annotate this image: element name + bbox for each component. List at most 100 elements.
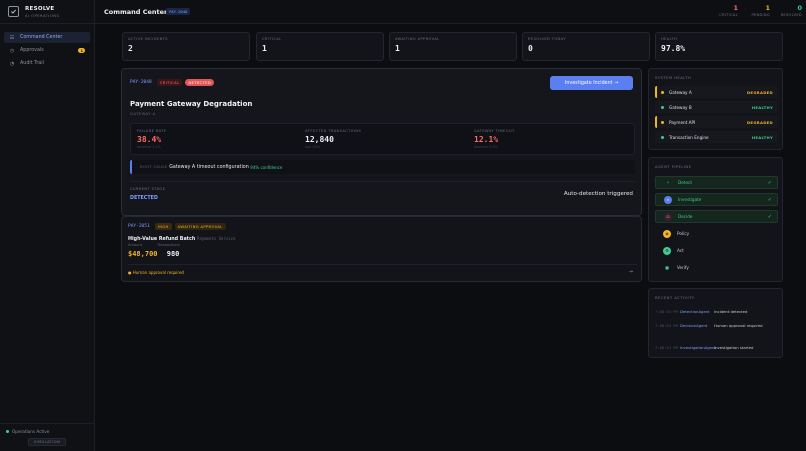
approvals-count-badge: 1 (78, 48, 85, 53)
health-row-transaction-engine[interactable]: Transaction Engine HEALTHY (655, 131, 778, 143)
service-name: Gateway B (669, 104, 692, 110)
incident-metrics: FAILURE RATE 38.4% baseline 2.1% AFFECTE… (130, 123, 635, 155)
stat-label: ACTIVE INCIDENTS (128, 37, 168, 41)
incident-title: Payment Gateway Degradation (130, 100, 253, 108)
current-stage-label: CURRENT STAGE (130, 187, 166, 191)
activity-time: 7:08:34 PM (655, 309, 678, 314)
incident-header: PAY-2048 CRITICAL DETECTED (130, 79, 215, 86)
root-cause-text: Gateway A timeout configuration (169, 164, 249, 170)
pending-label: PENDING (751, 13, 770, 17)
metric-label: GATEWAY TIMEOUT (474, 129, 515, 133)
sidebar-item-label: Audit Trail (20, 61, 44, 66)
metric-failure-rate: FAILURE RATE 38.4% baseline 2.1% (137, 129, 166, 149)
activity-item[interactable]: 7:08:34 PM DecisionAgent Human approval … (655, 323, 780, 328)
simulation-badge: SIMULATION (28, 438, 67, 446)
check-icon: ✓ (767, 196, 772, 203)
stage-note: Auto-detection triggered (563, 191, 633, 197)
metric-label: FAILURE RATE (137, 129, 167, 133)
severity-badge: HIGH (154, 223, 172, 230)
sidebar-footer: Operations Active SIMULATION (0, 423, 94, 451)
health-row-gateway-b[interactable]: Gateway B HEALTHY (655, 101, 778, 113)
active-incident-tag[interactable]: PAY-2048 (166, 8, 191, 15)
step-name: Detect (678, 180, 692, 185)
service-status: DEGRADED (746, 89, 773, 95)
stat-resolved-today: RESOLVED TODAY 0 (522, 32, 650, 61)
current-stage-value: DETECTED (130, 196, 158, 201)
sidebar: RESOLVE AI OPERATIONS ☷ Command Center ◷… (0, 0, 95, 451)
stat-value: 1 (395, 44, 400, 53)
metric-value: 12.1% (474, 135, 499, 144)
metric-affected-transactions: AFFECTED TRANSACTIONS 12,840 last 15m (305, 129, 361, 149)
step-name: Policy (677, 231, 690, 236)
search-icon: ⌕ (664, 195, 672, 204)
health-row-payment-api[interactable]: Payment API DEGRADED (655, 116, 778, 128)
operations-status: Operations Active (6, 429, 88, 434)
incident-service: Payments Service (196, 236, 236, 241)
incident-id: PAY-2051 (128, 224, 150, 229)
system-health-panel: SYSTEM HEALTH Gateway A DEGRADED Gateway… (648, 68, 783, 150)
root-cause-label: ROOT CAUSE (140, 165, 168, 169)
stat-label: AWAITING APPROVAL (395, 37, 440, 41)
metric-sub: baseline 2.1% (137, 145, 161, 149)
pipeline-step-decide[interactable]: ⚖ Decide ✓ (655, 210, 778, 223)
check-icon: ✓ (767, 213, 772, 220)
metric-label: AFFECTED TRANSACTIONS (305, 129, 362, 133)
investigate-incident-button[interactable]: Investigate Incident → (550, 76, 633, 90)
status-dot-icon (661, 90, 664, 94)
pipeline-step-detect[interactable]: ⚡ Detect ✓ (655, 176, 778, 189)
metric-gateway-timeout: GATEWAY TIMEOUT 12.1% baseline 0.3% (474, 129, 515, 149)
arrow-right-icon[interactable]: → (629, 269, 633, 275)
resolved-counter: 0 RESOLVED (781, 4, 802, 17)
status-dot-icon (661, 105, 664, 109)
activity-item[interactable]: 7:08:34 PM DetectionAgent Incident detec… (655, 309, 780, 314)
incident-value-labels: Amount Transactions (128, 243, 194, 247)
stat-label: HEALTH (661, 37, 678, 41)
sidebar-item-command-center[interactable]: ☷ Command Center (4, 32, 90, 43)
metric-value: 38.4% (137, 135, 162, 144)
clock-icon: ◷ (9, 47, 15, 54)
sidebar-item-audit-trail[interactable]: ◔ Audit Trail (4, 58, 90, 69)
health-row-gateway-a[interactable]: Gateway A DEGRADED (655, 86, 778, 98)
divider (128, 264, 637, 265)
incident-card-secondary[interactable]: PAY-2051 HIGH AWAITING APPROVAL High-Val… (121, 216, 642, 282)
critical-label: CRITICAL (719, 13, 738, 17)
sidebar-item-label: Approvals (20, 48, 44, 53)
stat-value: 1 (262, 44, 267, 53)
stat-value: 97.8% (661, 44, 686, 53)
sidebar-item-approvals[interactable]: ◷ Approvals 1 (4, 45, 90, 56)
stat-health: HEALTH 97.8% (655, 32, 783, 61)
activity-time: 7:08:34 PM (655, 345, 678, 350)
activity-agent: DecisionAgent (680, 323, 708, 328)
recent-activity-panel: RECENT ACTIVITY 7:08:34 PM DetectionAgen… (648, 288, 783, 358)
pipeline-step-policy[interactable]: ◈ Policy (655, 227, 778, 240)
brand-subtitle: AI OPERATIONS (25, 12, 60, 18)
pipeline-step-investigate[interactable]: ⌕ Investigate ✓ (655, 193, 778, 206)
stat-active-incidents: ACTIVE INCIDENTS 2 (122, 32, 250, 61)
step-name: Verify (677, 265, 689, 270)
grid-icon: ☷ (9, 34, 15, 41)
resolved-count: 0 (797, 4, 802, 12)
header: Command Center PAY-2048 1 CRITICAL 1 PEN… (95, 0, 806, 24)
critical-count: 1 (733, 4, 738, 12)
root-cause-confidence: 94% confidence (250, 164, 283, 170)
stat-critical: CRITICAL 1 (256, 32, 384, 61)
status-dot-icon (661, 120, 664, 124)
transactions-label: Transactions (157, 243, 180, 247)
square-icon: ■ (665, 265, 669, 270)
sidebar-item-label: Command Center (20, 35, 63, 40)
incident-title: High-Value Refund Batch Payments Service (128, 236, 235, 242)
root-cause: ROOT CAUSE Gateway A timeout configurati… (130, 160, 635, 174)
stat-label: RESOLVED TODAY (528, 37, 566, 41)
gear-icon: ⚙ (663, 246, 671, 255)
activity-item[interactable]: 7:08:34 PM InvestigationAgent Investigat… (655, 345, 780, 350)
shield-icon: ◈ (663, 229, 671, 238)
pipeline-step-verify[interactable]: ■ Verify (655, 261, 778, 274)
activity-agent: InvestigationAgent (680, 345, 716, 350)
incident-subtitle: GATEWAY A (130, 111, 156, 116)
brand[interactable]: RESOLVE AI OPERATIONS (0, 0, 94, 24)
page-title: Command Center (104, 8, 168, 16)
service-name: Gateway A (669, 89, 692, 95)
amount-value: $48,700 (128, 250, 158, 258)
incident-card[interactable]: PAY-2048 CRITICAL DETECTED Investigate I… (121, 68, 642, 216)
pipeline-step-act[interactable]: ⚙ Act (655, 244, 778, 257)
